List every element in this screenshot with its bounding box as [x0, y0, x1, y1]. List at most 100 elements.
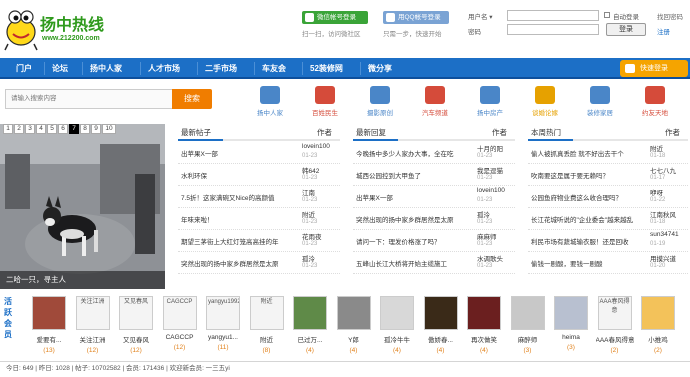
- search-input[interactable]: 请输入搜索内容: [5, 89, 173, 109]
- column-title-2[interactable]: 最新回复: [356, 127, 386, 138]
- member-avatar[interactable]: [423, 296, 458, 330]
- thread-author[interactable]: 用摸兴道: [650, 253, 688, 263]
- thread-title-link[interactable]: 请问一下：理发价格涨了吗？: [356, 236, 475, 246]
- member-name[interactable]: 孤冷牛牛: [378, 334, 416, 344]
- slide-page-6[interactable]: 6: [58, 124, 68, 134]
- thread-title-link[interactable]: 今晚扬中多少人家办大事，全在吃: [356, 148, 475, 158]
- thread-title-link[interactable]: 期望三茅街上大红灯笼高高挂的年: [181, 236, 300, 246]
- member-avatar[interactable]: 又见春风: [119, 296, 153, 330]
- site-logo[interactable]: 扬中热线 www.212200.com: [4, 4, 116, 52]
- password-field[interactable]: [507, 24, 599, 35]
- member-card[interactable]: 再次做笑 (4): [465, 296, 503, 356]
- member-avatar[interactable]: [380, 296, 414, 330]
- thread-author[interactable]: 江南: [302, 187, 340, 197]
- table-row[interactable]: 突然出现的扬中家乡群居然是太原 孤泠 01-23: [178, 252, 340, 274]
- thread-author[interactable]: 附近: [650, 143, 688, 153]
- thread-author[interactable]: sun34741: [650, 231, 688, 238]
- thread-author[interactable]: 孤泠: [477, 209, 515, 219]
- member-avatar[interactable]: yangyu19921012: [206, 296, 240, 330]
- slide-page-9[interactable]: 9: [91, 124, 101, 134]
- member-avatar[interactable]: [32, 296, 66, 330]
- thread-author[interactable]: 我是逗猫: [477, 165, 515, 175]
- nav-item-7[interactable]: 52装修网: [310, 58, 343, 79]
- thread-title-link[interactable]: 水利环保: [181, 170, 300, 180]
- table-row[interactable]: 7.5折！这家满碗又Nice的高颜值 江南 01-23: [178, 186, 340, 208]
- table-row[interactable]: 吹南要这是属于要无赖吗？ 七七八九 01-17: [528, 164, 688, 186]
- member-name[interactable]: 傲娇春...: [422, 334, 460, 344]
- slide-page-8[interactable]: 8: [80, 124, 90, 134]
- slide-page-10[interactable]: 10: [102, 124, 116, 134]
- nav-item-5[interactable]: 二手市场: [205, 58, 237, 79]
- member-card[interactable]: 爱要有... (13): [30, 296, 68, 356]
- search-button[interactable]: 搜索: [172, 89, 212, 109]
- table-row[interactable]: 公园鱼府物业费这么收合理吗？ 咿呀 01-22: [528, 186, 688, 208]
- slide-page-5[interactable]: 5: [47, 124, 57, 134]
- slide-page-2[interactable]: 2: [14, 124, 24, 134]
- quick-link-3[interactable]: 摄影原创: [357, 86, 403, 120]
- thread-author[interactable]: 七七八九: [650, 165, 688, 175]
- nav-item-8[interactable]: 微分享: [368, 58, 392, 79]
- thread-title-link[interactable]: 偷钱一剧酸，要钱一剧酸: [531, 258, 648, 268]
- member-avatar[interactable]: [554, 296, 588, 330]
- nav-item-1[interactable]: 门户: [16, 58, 32, 79]
- thread-author[interactable]: 十月的阳: [477, 143, 515, 153]
- featured-slideshow[interactable]: 二哈一只，寻主人: [0, 124, 165, 289]
- member-card[interactable]: 孤冷牛牛 (4): [378, 296, 416, 356]
- member-card[interactable]: 关注江洲 关注江洲 (12): [74, 296, 112, 356]
- thread-author[interactable]: 咿呀: [650, 187, 688, 197]
- table-row[interactable]: 五峰山长江大桥将开始主缆施工 水调歌头 01-23: [353, 252, 515, 274]
- member-name[interactable]: CAGCCP: [161, 334, 199, 341]
- member-avatar[interactable]: 关注江洲: [75, 296, 110, 330]
- login-button[interactable]: 登录: [606, 23, 646, 36]
- quick-link-5[interactable]: 扬中房产: [467, 86, 513, 120]
- member-avatar[interactable]: [641, 296, 675, 330]
- quick-login-button[interactable]: 快速登录: [620, 60, 688, 77]
- table-row[interactable]: 请问一下：理发价格涨了吗？ 麻麻师 01-23: [353, 230, 515, 252]
- thread-author[interactable]: 江南秋风: [650, 209, 688, 219]
- table-row[interactable]: 年味来啦！ 附近 01-23: [178, 208, 340, 230]
- member-card[interactable]: 附近 附近 (8): [248, 296, 286, 356]
- member-avatar[interactable]: [510, 296, 545, 330]
- member-avatar[interactable]: [336, 296, 371, 330]
- thread-title-link[interactable]: 城西公园控到大甲鱼了: [356, 170, 475, 180]
- member-name[interactable]: Y郎: [335, 334, 373, 344]
- table-row[interactable]: 出苹果X一部 lovein100 01-23: [178, 142, 340, 164]
- table-row[interactable]: 期望三茅街上大红灯笼高高挂的年 花雨夜 01-23: [178, 230, 340, 252]
- thread-author[interactable]: 麻麻师: [477, 231, 515, 241]
- member-card[interactable]: 又见春风 又见春风 (12): [117, 296, 155, 356]
- register-link[interactable]: 注册: [657, 26, 670, 36]
- member-name[interactable]: 小推鸡: [639, 334, 677, 344]
- column-title-1[interactable]: 最新帖子: [181, 127, 211, 138]
- table-row[interactable]: 出苹果X一部 lovein100 01-23: [353, 186, 515, 208]
- thread-title-link[interactable]: 7.5折！这家满碗又Nice的高颜值: [181, 192, 300, 202]
- quick-link-2[interactable]: 百姓民生: [302, 86, 348, 120]
- member-card[interactable]: CAGCCP CAGCCP (12): [161, 296, 199, 356]
- username-field[interactable]: [507, 10, 599, 21]
- column-title-3[interactable]: 本周热门: [531, 127, 561, 138]
- quick-link-1[interactable]: 扬中人家: [247, 86, 293, 120]
- table-row[interactable]: 水利环保 韩642 01-23: [178, 164, 340, 186]
- member-card[interactable]: 傲娇春... (4): [422, 296, 460, 356]
- member-name[interactable]: 关注江洲: [74, 334, 112, 344]
- table-row[interactable]: 城西公园控到大甲鱼了 我是逗猫 01-23: [353, 164, 515, 186]
- member-name[interactable]: 爱要有...: [30, 334, 68, 344]
- member-avatar[interactable]: [293, 296, 327, 330]
- member-name[interactable]: 已过万...: [291, 334, 329, 344]
- thread-author[interactable]: 水调歌头: [477, 253, 515, 263]
- table-row[interactable]: 偷人被抓真丢脸 就不好出去干个 附近 01-18: [528, 142, 688, 164]
- member-avatar[interactable]: CAGCCP: [162, 296, 197, 330]
- member-name[interactable]: yangyu1...: [204, 334, 242, 341]
- member-name[interactable]: 麻醉师: [509, 334, 547, 344]
- qq-login-button[interactable]: 用QQ帐号登录: [383, 11, 449, 24]
- member-card[interactable]: 已过万... (4): [291, 296, 329, 356]
- member-name[interactable]: 又见春风: [117, 334, 155, 344]
- slide-page-3[interactable]: 3: [25, 124, 35, 134]
- forgot-password-link[interactable]: 找回密码: [657, 11, 683, 21]
- thread-author[interactable]: lovein100: [302, 143, 340, 150]
- thread-title-link[interactable]: 吹南要这是属于要无赖吗？: [531, 170, 648, 180]
- thread-author[interactable]: 孤泠: [302, 253, 340, 263]
- thread-title-link[interactable]: 出苹果X一部: [181, 148, 300, 158]
- table-row[interactable]: 突然出现的扬中家乡群居然是太原 孤泠 01-23: [353, 208, 515, 230]
- thread-author[interactable]: lovein100: [477, 187, 515, 194]
- thread-title-link[interactable]: 出苹果X一部: [356, 192, 475, 202]
